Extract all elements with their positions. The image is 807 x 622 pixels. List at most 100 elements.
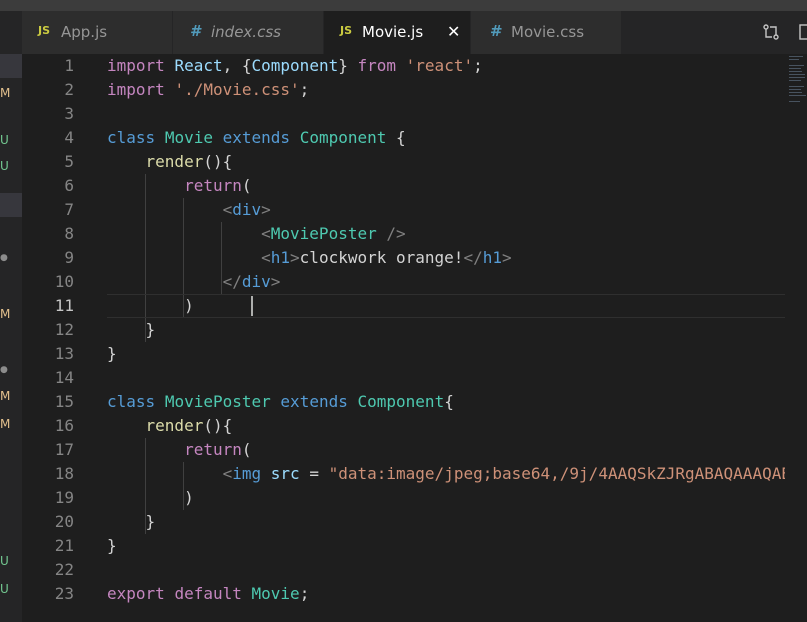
code-text: } bbox=[107, 534, 117, 558]
code-line[interactable]: 23 export default Movie; bbox=[22, 582, 807, 606]
tab-label: App.js bbox=[61, 23, 108, 41]
code-editor[interactable]: 1 import React, {Component} from 'react';… bbox=[22, 54, 807, 622]
code-text: <img src = "data:image/jpeg;base64,/9j/4… bbox=[107, 462, 791, 486]
line-number: 13 bbox=[54, 344, 74, 363]
line-number: 8 bbox=[64, 224, 74, 243]
tab-index-css[interactable]: # index.css bbox=[173, 11, 323, 54]
line-number: 2 bbox=[64, 80, 74, 99]
minimap-line bbox=[789, 68, 801, 69]
close-tab-icon[interactable]: ✕ bbox=[447, 22, 460, 41]
code-line[interactable]: 13} bbox=[22, 342, 807, 366]
code-line[interactable]: 12 } bbox=[22, 318, 807, 342]
current-line-highlight bbox=[107, 294, 807, 318]
minimap-line bbox=[789, 89, 801, 90]
code-token: MoviePoster bbox=[270, 224, 377, 243]
code-line[interactable]: 20 } bbox=[22, 510, 807, 534]
code-token: </ bbox=[222, 272, 242, 291]
code-token: 'react' bbox=[405, 56, 474, 75]
code-token: ; bbox=[299, 584, 310, 603]
tab-movie-css[interactable]: # Movie.css bbox=[471, 11, 621, 54]
git-status-badge: M bbox=[0, 389, 11, 403]
code-token: = bbox=[299, 464, 329, 483]
split-editor-icon[interactable] bbox=[799, 23, 807, 45]
line-number: 19 bbox=[54, 488, 74, 507]
code-text: <MoviePoster /> bbox=[107, 222, 406, 246]
code-line[interactable]: 8 <MoviePoster /> bbox=[22, 222, 807, 246]
code-line[interactable]: 3 bbox=[22, 102, 807, 126]
code-line[interactable]: 9 <h1>clockwork orange!</h1> bbox=[22, 246, 807, 270]
code-token: Component bbox=[299, 128, 387, 147]
code-line[interactable]: 15 class MoviePoster extends Component{ bbox=[22, 390, 807, 414]
code-line[interactable]: 21} bbox=[22, 534, 807, 558]
code-line[interactable]: 10 </div> bbox=[22, 270, 807, 294]
git-status-badge: ● bbox=[0, 365, 8, 375]
code-line[interactable]: 2 import './Movie.css'; bbox=[22, 78, 807, 102]
code-token: < bbox=[222, 200, 233, 219]
code-line[interactable]: 1 import React, {Component} from 'react'; bbox=[22, 54, 807, 78]
code-line[interactable]: 17 return( bbox=[22, 438, 807, 462]
minimap-line bbox=[789, 80, 801, 81]
code-token: (){ bbox=[203, 416, 233, 435]
git-status-badge: U bbox=[0, 582, 9, 596]
css-file-icon: # bbox=[490, 22, 503, 40]
git-status-badge: U bbox=[0, 554, 9, 568]
code-token: ; bbox=[299, 80, 310, 99]
code-line[interactable]: 14 bbox=[22, 366, 807, 390]
code-line[interactable]: 22 bbox=[22, 558, 807, 582]
code-token: from bbox=[357, 56, 397, 75]
sidebar-selected-row[interactable] bbox=[0, 54, 22, 78]
code-line[interactable]: 6 return( bbox=[22, 174, 807, 198]
minimap-line bbox=[789, 95, 806, 96]
line-number: 16 bbox=[54, 416, 74, 435]
tab-movie-js[interactable]: JS Movie.js ✕ bbox=[324, 11, 470, 54]
code-line[interactable]: 5 render(){ bbox=[22, 150, 807, 174]
line-number: 5 bbox=[64, 152, 74, 171]
tab-app-js[interactable]: JS App.js bbox=[22, 11, 172, 54]
code-token: > bbox=[270, 272, 281, 291]
code-token: { bbox=[386, 128, 406, 147]
line-number: 10 bbox=[54, 272, 74, 291]
open-changes-icon[interactable] bbox=[762, 23, 780, 45]
code-line[interactable]: 18 <img src = "data:image/jpeg;base64,/9… bbox=[22, 462, 807, 486]
code-token: /> bbox=[386, 224, 406, 243]
code-token: './Movie.css' bbox=[174, 80, 300, 99]
code-token: img bbox=[232, 464, 262, 483]
git-status-badge: M bbox=[0, 86, 11, 100]
minimap[interactable] bbox=[785, 54, 807, 622]
line-number: 23 bbox=[54, 584, 74, 603]
code-token: ) bbox=[107, 296, 194, 315]
code-token: , { bbox=[222, 56, 252, 75]
code-line[interactable]: 16 render(){ bbox=[22, 414, 807, 438]
code-token: > bbox=[290, 248, 300, 267]
code-token: ( bbox=[241, 440, 252, 459]
minimap-line bbox=[789, 86, 804, 87]
code-token: } bbox=[107, 512, 156, 531]
code-text: <h1>clockwork orange!</h1> bbox=[107, 246, 511, 270]
css-file-icon: # bbox=[190, 22, 201, 40]
code-token: return bbox=[184, 176, 242, 195]
line-number: 9 bbox=[64, 248, 74, 267]
minimap-line bbox=[789, 65, 804, 66]
code-line[interactable]: 11 ) bbox=[22, 294, 807, 318]
code-token: "data:image/jpeg;base64,/9j/4AAQSkZJRgAB… bbox=[328, 464, 791, 483]
tab-label: Movie.css bbox=[511, 23, 585, 41]
code-line[interactable]: 19 ) bbox=[22, 486, 807, 510]
sidebar-selected-row[interactable] bbox=[0, 193, 22, 217]
code-text: ) bbox=[107, 294, 194, 318]
code-line[interactable]: 4 class Movie extends Component { bbox=[22, 126, 807, 150]
code-line[interactable]: 7 <div> bbox=[22, 198, 807, 222]
git-status-badge: U bbox=[0, 133, 9, 147]
minimap-line bbox=[789, 71, 802, 72]
